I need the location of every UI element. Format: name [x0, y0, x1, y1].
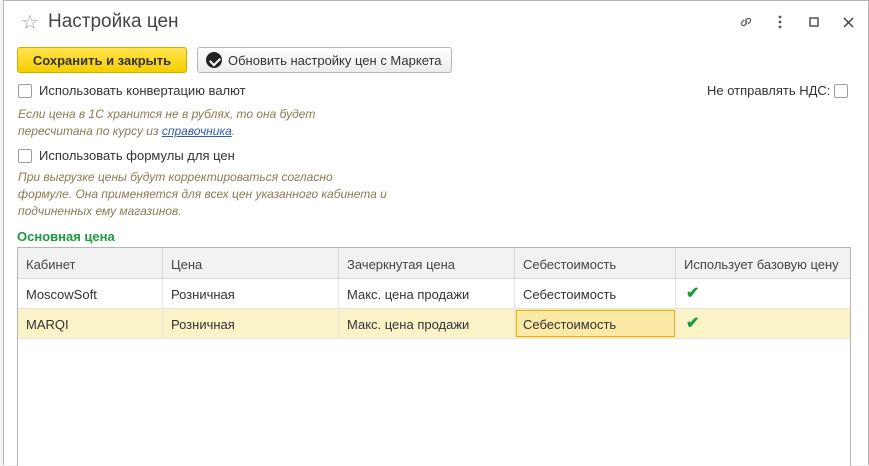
formulas-hint-line3: подчиненных ему магазинов.	[18, 204, 182, 218]
cell-strike-price[interactable]: Макс. цена продажи	[339, 309, 515, 338]
currency-hint: Если цена в 1С хранится не в рублях, то …	[18, 106, 315, 140]
formulas-hint-line1: При выгрузке цены будут корректироваться…	[18, 170, 333, 184]
check-icon: ✔	[686, 285, 700, 302]
formulas-label: Использовать формулы для цен	[39, 148, 235, 163]
table-header: Кабинет Цена Зачеркнутая цена Себестоимо…	[18, 248, 850, 279]
title-bar: ☆ Настройка цен	[4, 1, 868, 43]
currency-hint-line2: пересчитана по курсу из справочника.	[18, 123, 315, 140]
refresh-button-label: Обновить настройку цен с Маркета	[228, 52, 442, 68]
table-row[interactable]: MARQI Розничная Макс. цена продажи Себес…	[18, 309, 850, 339]
no-vat-label: Не отправлять НДС:	[707, 83, 831, 98]
settings-window: ☆ Настройка цен Сохранить и закрыть Обно…	[3, 0, 869, 466]
table-row[interactable]: MoscowSoft Розничная Макс. цена продажи …	[18, 279, 850, 309]
save-close-button[interactable]: Сохранить и закрыть	[17, 47, 187, 73]
cell-uses-base[interactable]: ✔	[676, 309, 850, 338]
currency-hint-line1: Если цена в 1С хранится не в рублях, то …	[18, 107, 316, 121]
market-icon	[206, 52, 222, 68]
section-title: Основная цена	[17, 229, 115, 244]
window-title: Настройка цен	[48, 11, 179, 32]
link-icon[interactable]	[738, 14, 754, 30]
favorite-star-icon[interactable]: ☆	[21, 10, 39, 35]
cell-cost[interactable]: Себестоимость	[515, 279, 676, 308]
cell-cabinet[interactable]: MARQI	[18, 309, 163, 338]
more-icon[interactable]	[772, 14, 788, 30]
currency-hint-suffix: .	[231, 124, 236, 138]
prices-table: Кабинет Цена Зачеркнутая цена Себестоимо…	[17, 247, 851, 466]
cell-cabinet[interactable]: MoscowSoft	[18, 279, 163, 308]
column-header[interactable]: Использует базовую цену	[676, 248, 850, 278]
currency-hint-prefix: пересчитана по курсу из	[18, 124, 162, 138]
formulas-hint: При выгрузке цены будут корректироваться…	[18, 169, 387, 220]
formulas-hint-line2: формуле. Она применяется для всех цен ук…	[18, 187, 387, 201]
reference-link[interactable]: справочника	[162, 124, 232, 138]
window-controls	[738, 14, 856, 30]
no-vat-checkbox[interactable]	[834, 84, 848, 98]
column-header[interactable]: Зачеркнутая цена	[339, 248, 515, 278]
cell-cost[interactable]: Себестоимость	[515, 309, 676, 338]
maximize-icon[interactable]	[806, 14, 822, 30]
column-header[interactable]: Себестоимость	[515, 248, 676, 278]
column-header[interactable]: Цена	[163, 248, 339, 278]
column-header[interactable]: Кабинет	[18, 248, 163, 278]
cell-uses-base[interactable]: ✔	[676, 279, 850, 308]
cell-strike-price[interactable]: Макс. цена продажи	[339, 279, 515, 308]
cell-price[interactable]: Розничная	[163, 309, 339, 338]
refresh-market-prices-button[interactable]: Обновить настройку цен с Маркета	[197, 47, 452, 73]
formulas-checkbox[interactable]	[18, 149, 32, 163]
cell-price[interactable]: Розничная	[163, 279, 339, 308]
close-icon[interactable]	[840, 14, 856, 30]
currency-conversion-label: Использовать конвертацию валют	[39, 83, 246, 98]
currency-conversion-checkbox[interactable]	[18, 84, 32, 98]
check-icon: ✔	[686, 315, 700, 332]
